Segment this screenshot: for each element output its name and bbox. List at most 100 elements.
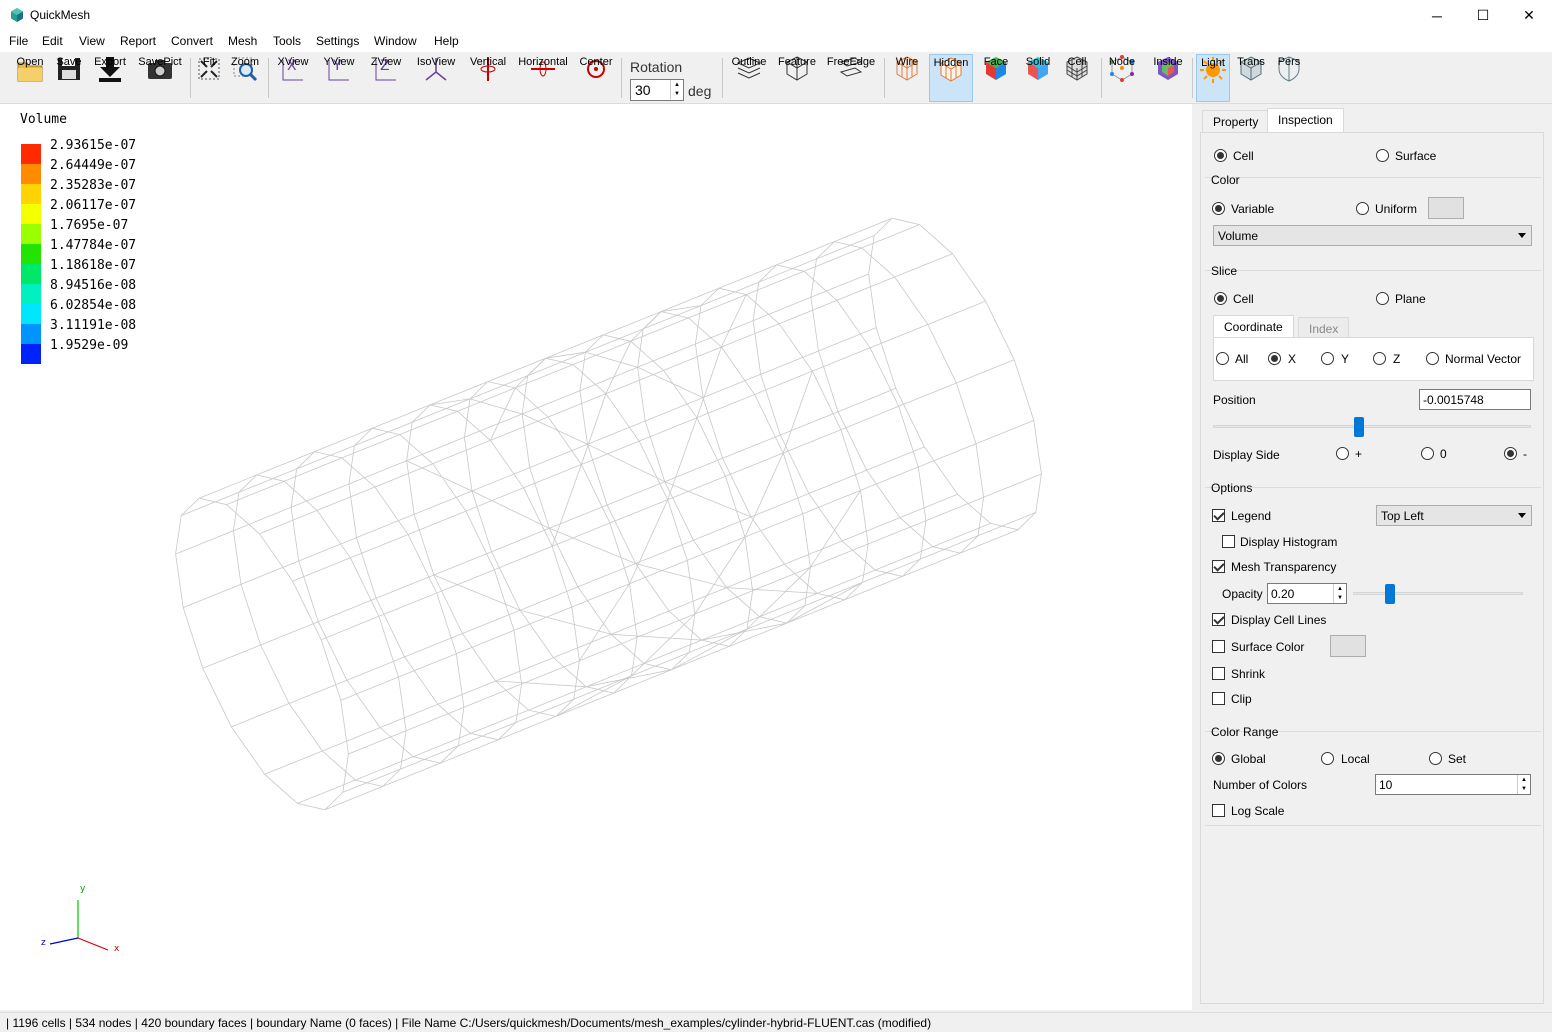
stepper-up-icon[interactable]: ▲ bbox=[1518, 775, 1530, 785]
face-button[interactable]: Face bbox=[980, 54, 1012, 102]
subtab-coordinate[interactable]: Coordinate bbox=[1213, 315, 1294, 337]
menu-file[interactable]: File bbox=[9, 34, 28, 48]
position-slider-track[interactable] bbox=[1213, 425, 1531, 428]
stepper-up-icon[interactable]: ▲ bbox=[1334, 584, 1346, 594]
mesh-edge bbox=[471, 467, 530, 492]
opacity-input[interactable]: 0.20 ▲ ▼ bbox=[1267, 583, 1347, 604]
legend-position-select[interactable]: Top Left bbox=[1376, 505, 1532, 526]
mesh-edge bbox=[816, 241, 835, 260]
clip-checkbox[interactable] bbox=[1212, 692, 1225, 705]
range-set-radio[interactable] bbox=[1429, 752, 1442, 765]
mode-cell-radio[interactable] bbox=[1214, 149, 1227, 162]
display-cell-lines-checkbox[interactable] bbox=[1212, 613, 1225, 626]
range-local-radio[interactable] bbox=[1321, 752, 1334, 765]
solid-button[interactable]: Solid bbox=[1021, 54, 1055, 102]
rotation-input[interactable]: 30 ▲ ▼ bbox=[630, 79, 684, 101]
xview-button[interactable]: X XView bbox=[275, 54, 311, 102]
side-zero-radio[interactable] bbox=[1421, 447, 1434, 460]
minimize-button[interactable]: ─ bbox=[1414, 0, 1460, 31]
coord-x-radio[interactable] bbox=[1268, 352, 1281, 365]
cell-button[interactable]: Cell bbox=[1062, 54, 1092, 102]
uniform-color-button[interactable] bbox=[1428, 197, 1464, 219]
opacity-slider-thumb[interactable] bbox=[1385, 584, 1395, 604]
hidden-button[interactable]: Hidden bbox=[929, 54, 973, 102]
feature-button[interactable]: Feature bbox=[776, 54, 818, 102]
mesh-edge bbox=[957, 494, 991, 524]
slice-cell-radio[interactable] bbox=[1214, 292, 1227, 305]
opacity-slider-track[interactable] bbox=[1353, 592, 1523, 595]
log-scale-checkbox[interactable] bbox=[1212, 804, 1225, 817]
side-minus-radio[interactable] bbox=[1504, 447, 1517, 460]
surface-color-button[interactable] bbox=[1330, 635, 1366, 657]
vertical-rotate-button[interactable]: Vertical bbox=[467, 54, 509, 102]
tab-inspection[interactable]: Inspection bbox=[1267, 108, 1344, 132]
mesh-edge bbox=[868, 273, 877, 328]
open-button[interactable]: Open bbox=[14, 54, 46, 102]
mesh-transparency-checkbox[interactable] bbox=[1212, 560, 1225, 573]
coord-z-radio[interactable] bbox=[1373, 352, 1386, 365]
stepper-down-icon[interactable]: ▼ bbox=[1334, 594, 1346, 604]
zoom-button[interactable]: Zoom bbox=[229, 54, 261, 102]
side-plus-radio[interactable] bbox=[1336, 447, 1349, 460]
slice-plane-radio[interactable] bbox=[1376, 292, 1389, 305]
color-variable-radio[interactable] bbox=[1212, 202, 1225, 215]
range-global-radio[interactable] bbox=[1212, 752, 1225, 765]
node-button[interactable]: Node bbox=[1106, 54, 1138, 102]
shrink-checkbox[interactable] bbox=[1212, 667, 1225, 680]
stepper-up-icon[interactable]: ▲ bbox=[671, 80, 683, 90]
menu-tools[interactable]: Tools bbox=[273, 34, 301, 48]
export-button[interactable]: Export bbox=[93, 54, 127, 102]
pers-button[interactable]: Pers bbox=[1274, 54, 1304, 102]
trans-button[interactable]: Trans bbox=[1234, 54, 1268, 102]
outline-button[interactable]: Outline bbox=[729, 54, 769, 102]
mesh-edge bbox=[579, 583, 630, 661]
wire-button[interactable]: Wire bbox=[890, 54, 924, 102]
num-colors-stepper[interactable]: ▲ ▼ bbox=[1517, 775, 1530, 794]
save-button[interactable]: Save bbox=[54, 54, 84, 102]
stepper-down-icon[interactable]: ▼ bbox=[1518, 785, 1530, 795]
menu-mesh[interactable]: Mesh bbox=[228, 34, 257, 48]
menu-edit[interactable]: Edit bbox=[42, 34, 63, 48]
inside-button[interactable]: Inside bbox=[1150, 54, 1186, 102]
menu-convert[interactable]: Convert bbox=[171, 34, 213, 48]
menu-report[interactable]: Report bbox=[120, 34, 156, 48]
mesh-edge bbox=[638, 440, 669, 500]
position-slider-thumb[interactable] bbox=[1354, 417, 1364, 437]
mesh-edge bbox=[553, 657, 587, 687]
horizontal-rotate-button[interactable]: Horizontal bbox=[517, 54, 569, 102]
light-button[interactable]: Light bbox=[1196, 54, 1230, 102]
display-histogram-checkbox[interactable] bbox=[1222, 535, 1235, 548]
mesh-edge bbox=[613, 669, 672, 694]
opacity-stepper[interactable]: ▲ ▼ bbox=[1333, 584, 1346, 603]
freeedge-button[interactable]: FreeEdge bbox=[826, 54, 876, 102]
num-colors-input[interactable]: 10 ▲ ▼ bbox=[1375, 774, 1531, 795]
stepper-down-icon[interactable]: ▼ bbox=[671, 90, 683, 100]
menu-view[interactable]: View bbox=[79, 34, 105, 48]
mode-surface-radio[interactable] bbox=[1376, 149, 1389, 162]
coord-y-radio[interactable] bbox=[1321, 352, 1334, 365]
center-rotate-button[interactable]: Center bbox=[578, 54, 614, 102]
fit-button[interactable]: Fit bbox=[196, 54, 222, 102]
surface-color-checkbox[interactable] bbox=[1212, 640, 1225, 653]
close-button[interactable]: ✕ bbox=[1506, 0, 1552, 31]
position-input[interactable]: -0.0015748 bbox=[1419, 389, 1531, 410]
coord-normal-radio[interactable] bbox=[1426, 352, 1439, 365]
savepict-button[interactable]: SavePict bbox=[137, 54, 183, 102]
zview-button[interactable]: Z ZView bbox=[368, 54, 404, 102]
tab-property[interactable]: Property bbox=[1202, 110, 1270, 132]
color-uniform-radio[interactable] bbox=[1356, 202, 1369, 215]
yview-button[interactable]: Y YView bbox=[321, 54, 357, 102]
legend-checkbox[interactable] bbox=[1212, 509, 1225, 522]
menu-help[interactable]: Help bbox=[434, 34, 459, 48]
rotation-stepper[interactable]: ▲ ▼ bbox=[670, 80, 683, 99]
mesh-edge bbox=[314, 427, 373, 452]
menu-window[interactable]: Window bbox=[374, 34, 417, 48]
maximize-button[interactable]: ☐ bbox=[1460, 0, 1506, 31]
isoview-button[interactable]: IsoView bbox=[414, 54, 458, 102]
subtab-index[interactable]: Index bbox=[1298, 317, 1350, 337]
menu-settings[interactable]: Settings bbox=[316, 34, 359, 48]
color-variable-select[interactable]: Volume bbox=[1213, 225, 1532, 246]
mesh-edge bbox=[919, 224, 953, 254]
mesh-viewport[interactable]: Volume y x z 2.93615e-07 2.64449e-07 2.352… bbox=[0, 104, 1192, 1010]
coord-all-radio[interactable] bbox=[1216, 352, 1229, 365]
